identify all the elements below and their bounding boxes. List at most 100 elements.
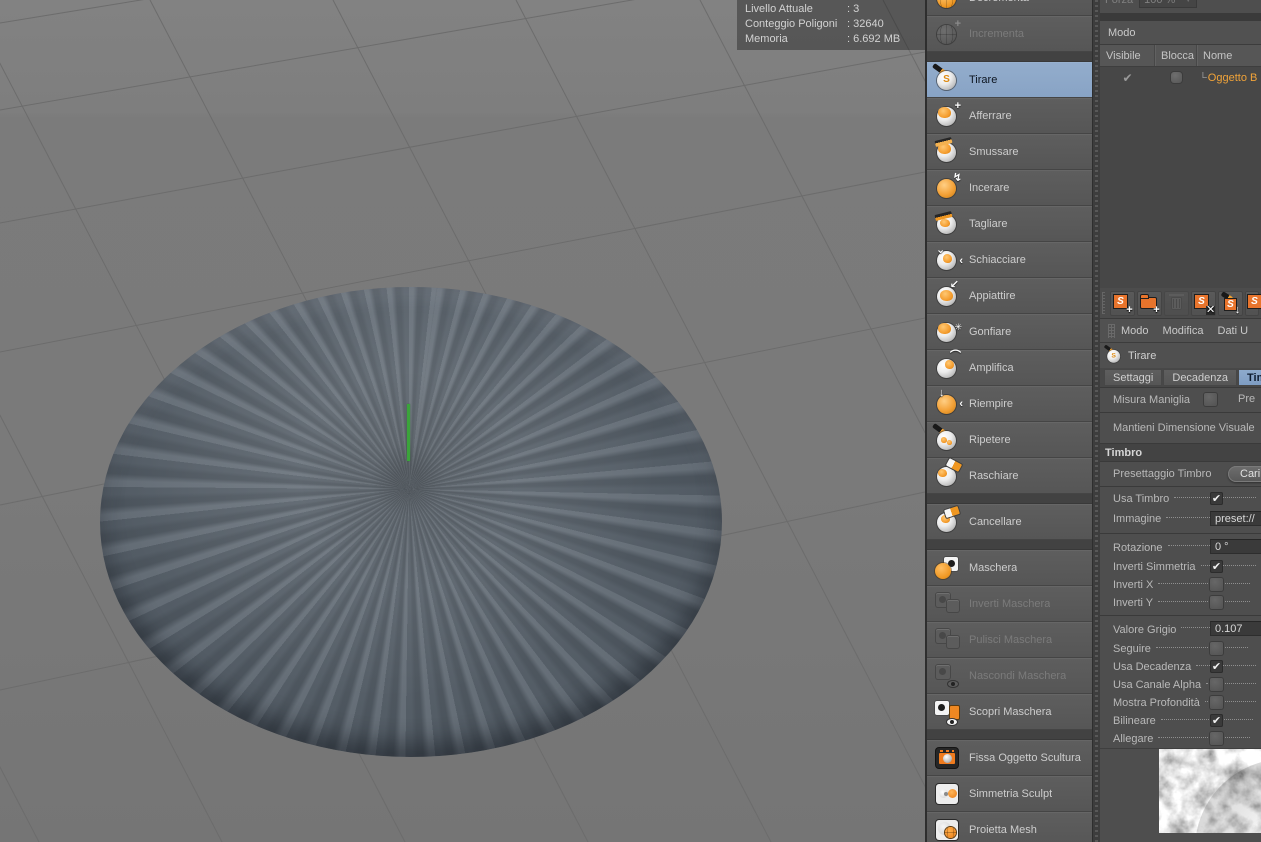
hide-mask-icon bbox=[933, 662, 961, 690]
object-row[interactable]: ✔ └ Oggetto B bbox=[1100, 67, 1261, 88]
inverti-x-checkbox[interactable] bbox=[1210, 578, 1223, 591]
rotazione-field[interactable]: 0 ° bbox=[1210, 539, 1261, 554]
erase-layer-button[interactable]: ✕ bbox=[1191, 290, 1216, 316]
attr-row-seguire: Seguire bbox=[1100, 640, 1261, 658]
attr-row-usa-decadenza: Usa Decadenza ✔ bbox=[1100, 658, 1261, 676]
lock-toggle[interactable] bbox=[1155, 72, 1197, 83]
unhide-mask-icon bbox=[933, 698, 961, 726]
sculpt-tool-palette: − Decrementa + Incrementa S Tirare + Aff… bbox=[925, 0, 1092, 842]
stats-row-memory: Memoria : 6.692 MB bbox=[745, 33, 901, 45]
tool-item-amplifica[interactable]: ⌒ Amplifica bbox=[927, 350, 1092, 386]
tool-item-cancellare[interactable]: Cancellare bbox=[927, 504, 1092, 540]
delete-button[interactable] bbox=[1164, 290, 1189, 316]
seguire-checkbox[interactable] bbox=[1210, 642, 1223, 655]
usa-decadenza-checkbox[interactable]: ✔ bbox=[1210, 660, 1223, 673]
tool-item-ripetere[interactable]: Ripetere bbox=[927, 422, 1092, 458]
object-name[interactable]: └ Oggetto B bbox=[1197, 72, 1261, 84]
tool-item-inverti-maschera[interactable]: Inverti Maschera bbox=[927, 586, 1092, 622]
tab-settaggi[interactable]: Settaggi bbox=[1104, 369, 1163, 386]
viewport-3d[interactable]: 33 Livello Attuale : 3 Conteggio Poligon… bbox=[0, 0, 925, 842]
bilineare-checkbox[interactable]: ✔ bbox=[1210, 714, 1223, 727]
menubar-drag-handle[interactable] bbox=[1108, 323, 1115, 338]
mostra-profondita-checkbox[interactable] bbox=[1210, 696, 1223, 709]
stats-row-polycount: Conteggio Poligoni : 32640 bbox=[745, 18, 884, 30]
tab-timbro[interactable]: Timb bbox=[1238, 369, 1261, 386]
tool-item-smussare[interactable]: Smussare bbox=[927, 134, 1092, 170]
tool-item-incerare[interactable]: ↯ Incerare bbox=[927, 170, 1092, 206]
inverti-simmetria-checkbox[interactable]: ✔ bbox=[1210, 560, 1223, 573]
tool-item-tagliare[interactable]: Tagliare bbox=[927, 206, 1092, 242]
clear-mask-icon bbox=[933, 626, 961, 654]
tool-item-simmetria-sculpt[interactable]: Simmetria Sculpt bbox=[927, 776, 1092, 812]
tool-item-raschiare[interactable]: Raschiare bbox=[927, 457, 1092, 494]
menu-item-modifica[interactable]: Modifica bbox=[1163, 325, 1204, 337]
tool-item-incrementa[interactable]: + Incrementa bbox=[927, 16, 1092, 52]
misura-maniglia-checkbox[interactable] bbox=[1204, 393, 1217, 406]
sculpt-symmetry-icon bbox=[933, 780, 961, 808]
column-visibile[interactable]: Visibile bbox=[1100, 45, 1155, 66]
tool-item-gonfiare[interactable]: ✳ Gonfiare bbox=[927, 314, 1092, 350]
tool-item-decrementa[interactable]: − Decrementa bbox=[927, 0, 1092, 16]
usa-timbro-checkbox[interactable]: ✔ bbox=[1210, 492, 1223, 505]
attr-row-usa-canale-alpha: Usa Canale Alpha bbox=[1100, 676, 1261, 694]
smooth-sphere-icon bbox=[933, 136, 961, 166]
palette-group-gap bbox=[927, 540, 1092, 550]
bake-layer-button[interactable]: ↓ bbox=[1218, 290, 1243, 316]
sculpt-stats-overlay: 33 Livello Attuale : 3 Conteggio Poligon… bbox=[737, 0, 925, 50]
carica-button[interactable]: Cari bbox=[1228, 466, 1261, 482]
column-nome[interactable]: Nome bbox=[1197, 45, 1261, 66]
tool-item-fissa-oggetto-scultura[interactable]: Fissa Oggetto Scultura bbox=[927, 740, 1092, 776]
attribute-tabs: Settaggi Decadenza Timb bbox=[1100, 368, 1261, 388]
tool-item-riempire[interactable]: ↓ ‹ Riempire bbox=[927, 386, 1092, 422]
tool-item-schiacciare[interactable]: ⌄ ‹ Schiacciare bbox=[927, 242, 1092, 278]
tree-branch-icon: └ bbox=[1199, 71, 1207, 84]
allegare-checkbox[interactable] bbox=[1210, 732, 1223, 745]
menu-item-modo[interactable]: Modo bbox=[1121, 325, 1149, 337]
tool-item-afferrare[interactable]: + Afferrare bbox=[927, 98, 1092, 134]
force-label: Forza bbox=[1105, 0, 1134, 6]
extra-layer-button[interactable] bbox=[1245, 290, 1261, 316]
tool-item-proietta-mesh[interactable]: Proietta Mesh bbox=[927, 812, 1092, 842]
immagine-field[interactable]: preset:// bbox=[1210, 511, 1261, 526]
usa-canale-alpha-checkbox[interactable] bbox=[1210, 678, 1223, 691]
freeze-sculpt-object-icon bbox=[933, 744, 961, 772]
stamp-preview-area bbox=[1100, 748, 1261, 833]
pull-brush-icon: S bbox=[1103, 343, 1123, 365]
knife-sphere-icon bbox=[933, 210, 961, 238]
attr-row-inverti-simmetria: Inverti Simmetria ✔ bbox=[1100, 558, 1261, 576]
section-header-timbro[interactable]: Timbro bbox=[1100, 443, 1261, 462]
sculpted-disc-mesh[interactable] bbox=[100, 287, 722, 757]
wax-sphere-icon: ↯ bbox=[933, 172, 962, 202]
panel-splitter[interactable] bbox=[1092, 0, 1100, 842]
inflate-sphere-icon: ✳ bbox=[933, 318, 962, 346]
erase-sphere-icon bbox=[933, 505, 961, 536]
add-layer-button[interactable]: + bbox=[1110, 290, 1135, 316]
force-dropdown[interactable]: 100 % ▼ bbox=[1139, 0, 1198, 8]
layer-toolbar: + + ✕ ↓ bbox=[1100, 288, 1261, 319]
right-panel: Forza 100 % ▼ Modo Visibile Blocca Nome … bbox=[1100, 0, 1261, 842]
attr-row-allegare: Allegare bbox=[1100, 730, 1261, 748]
column-blocca[interactable]: Blocca bbox=[1155, 45, 1197, 66]
visibility-check-icon[interactable]: ✔ bbox=[1100, 71, 1155, 85]
tool-item-tirare[interactable]: S Tirare bbox=[927, 62, 1092, 98]
palette-group-gap bbox=[927, 52, 1092, 62]
object-manager-header: Visibile Blocca Nome bbox=[1100, 45, 1261, 67]
inverti-y-checkbox[interactable] bbox=[1210, 596, 1223, 609]
toolbar-drag-handle[interactable] bbox=[1102, 292, 1105, 314]
menu-item-modo[interactable]: Modo bbox=[1108, 27, 1136, 39]
mask-icon bbox=[933, 554, 961, 582]
tool-item-appiattire[interactable]: ↙ Appiattire bbox=[927, 278, 1092, 314]
attr-row-inverti-y: Inverti Y bbox=[1100, 594, 1261, 612]
tool-item-pulisci-maschera[interactable]: Pulisci Maschera bbox=[927, 622, 1092, 658]
attr-row-presettaggio-timbro: Presettaggio Timbro Cari bbox=[1100, 465, 1261, 483]
tool-item-nascondi-maschera[interactable]: Nascondi Maschera bbox=[927, 658, 1092, 694]
valore-grigio-field[interactable]: 0.107 bbox=[1210, 621, 1261, 636]
add-folder-button[interactable]: + bbox=[1137, 290, 1162, 316]
tab-decadenza[interactable]: Decadenza bbox=[1163, 369, 1238, 386]
tool-item-scopri-maschera[interactable]: Scopri Maschera bbox=[927, 694, 1092, 730]
menu-item-dati-utente[interactable]: Dati U bbox=[1218, 325, 1249, 337]
tool-item-maschera[interactable]: Maschera bbox=[927, 550, 1092, 586]
brush-force-row: Forza 100 % ▼ bbox=[1100, 0, 1261, 13]
globe-plus-icon: + bbox=[933, 18, 961, 48]
project-mesh-icon bbox=[933, 816, 961, 842]
